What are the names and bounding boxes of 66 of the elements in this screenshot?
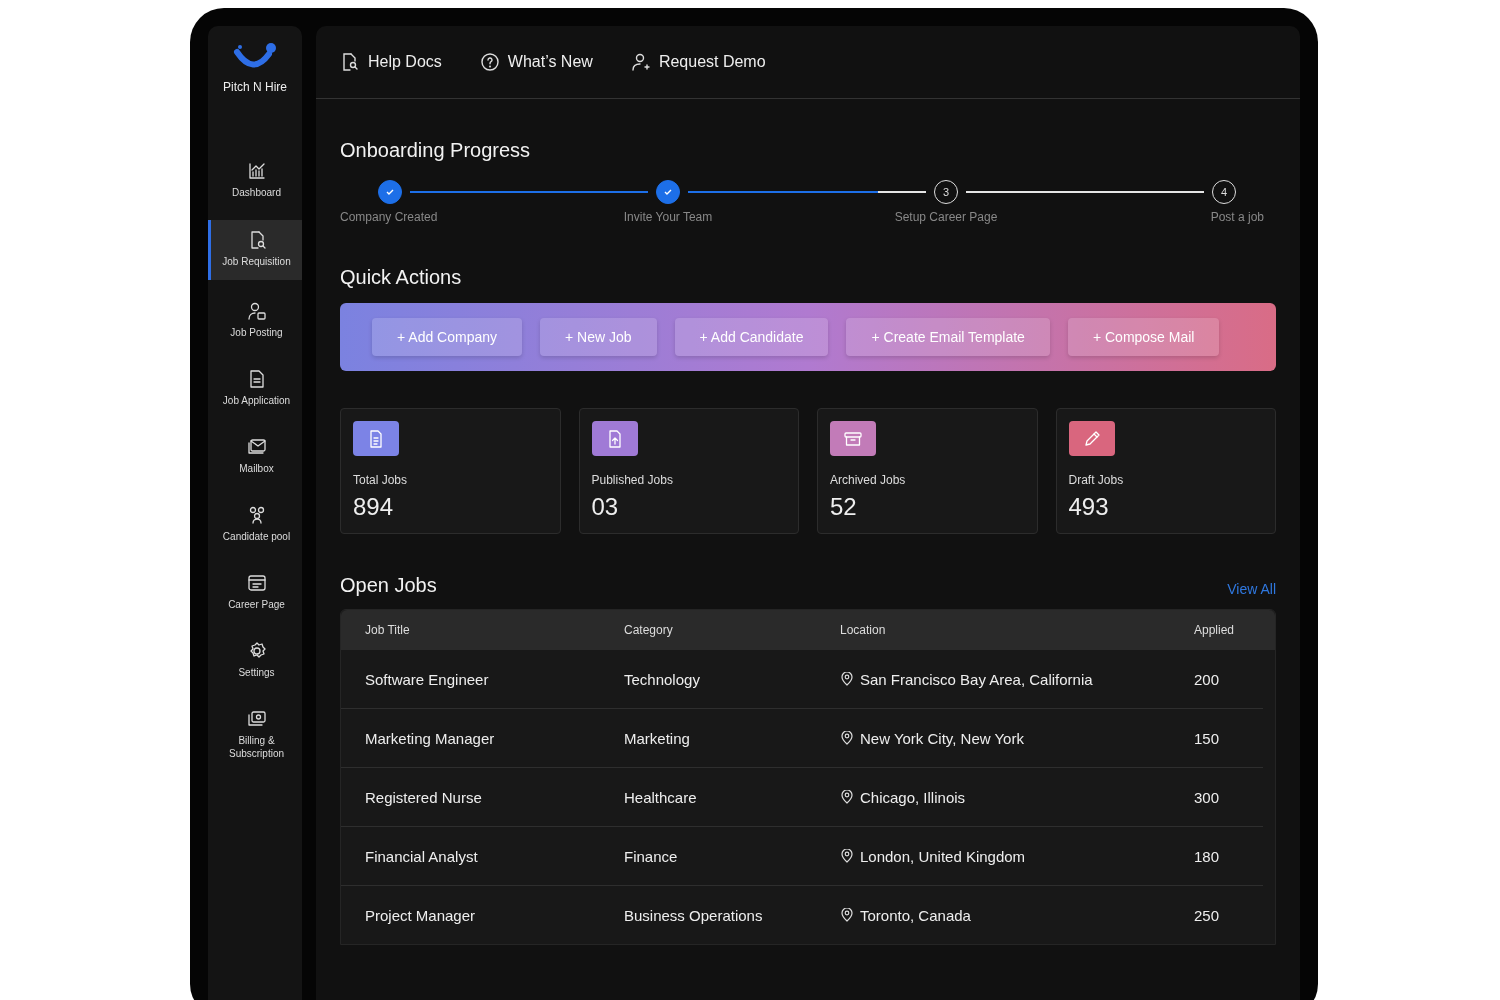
section-title: Quick Actions (340, 266, 463, 289)
stat-label: Published Jobs (591, 473, 674, 487)
help-icon (479, 52, 500, 72)
table-cell-text: 150 (1194, 729, 1221, 747)
column-header: Applied (1194, 623, 1236, 637)
column-header: Location (840, 623, 887, 637)
location-pin-icon (840, 672, 854, 686)
step-label: Setup Career Page (894, 210, 998, 224)
table-cell-text: Software Engineer (365, 670, 490, 688)
step-label: Invite Your Team (623, 210, 713, 224)
location-pin-icon (840, 908, 854, 922)
stat-label: Total Jobs (353, 473, 409, 487)
section-title: Onboarding Progress (340, 139, 532, 162)
view-all-link[interactable]: View All (1227, 581, 1276, 597)
sidebar-item[interactable]: Dashboard (208, 152, 302, 208)
sidebar-item[interactable]: Mailbox (208, 428, 302, 484)
user-icon (630, 52, 651, 72)
user-briefcase-icon (246, 301, 267, 321)
table-cell-text: Financial Analyst (365, 847, 479, 865)
top-link[interactable]: What’s New (479, 52, 593, 72)
stat-value: 894 (353, 493, 395, 521)
sidebar-item[interactable]: Job Application (208, 360, 302, 416)
stat-label: Draft Jobs (1068, 473, 1125, 487)
browser-window-icon (246, 573, 267, 593)
table-cell: New York City, New York (860, 729, 1024, 747)
location-pin-icon (840, 790, 854, 804)
top-link[interactable]: Request Demo (630, 52, 766, 72)
table-cell-text: Marketing Manager (365, 729, 496, 747)
sidebar-item[interactable]: Candidate pool (208, 496, 302, 552)
mail-icon (246, 437, 267, 457)
table-cell-text: 250 (1194, 906, 1221, 924)
table-cell-text: Project Manager (365, 906, 477, 924)
table-cell: Chicago, Illinois (860, 788, 966, 806)
chart-icon (246, 161, 267, 181)
table-cell: Toronto, Canada (860, 906, 971, 924)
table-cell-text: Marketing (624, 729, 691, 747)
sidebar-item[interactable]: Career Page (208, 564, 302, 620)
table-cell-text: Registered Nurse (365, 788, 483, 806)
sidebar-item[interactable]: Job Posting (208, 292, 302, 348)
table-cell-text: 180 (1194, 847, 1221, 865)
column-header: Category (624, 623, 674, 637)
table-cell-text: Healthcare (624, 788, 698, 806)
money-icon (246, 709, 267, 729)
table-cell-text: 300 (1194, 788, 1221, 806)
column-header: Job Title (365, 623, 411, 637)
section-title: Open Jobs (340, 574, 437, 597)
location-pin-icon (840, 849, 854, 863)
stat-label: Archived Jobs (830, 473, 907, 487)
document-search-icon (340, 52, 360, 72)
location-pin-icon (840, 731, 854, 745)
sidebar-item[interactable]: Billing & Subscription (208, 700, 302, 769)
table-cell: London, United Kingdom (860, 847, 1026, 865)
stat-value: 03 (591, 493, 620, 521)
top-link[interactable]: Help Docs (340, 52, 442, 72)
table-cell-text: Business Operations (624, 906, 764, 924)
step-label: Company Created (340, 210, 438, 224)
brand-name: Pitch N Hire (223, 80, 287, 94)
table-cell-text: Finance (624, 847, 679, 865)
stat-value: 493 (1068, 493, 1110, 521)
table-cell-text: Technology (624, 670, 701, 688)
table-cell: San Francisco Bay Area, California (860, 670, 1093, 688)
table-cell-text: 200 (1194, 670, 1221, 688)
sidebar-item[interactable]: Job Requisition (208, 220, 302, 280)
step-label: Post a job (1210, 210, 1264, 224)
sidebar-item[interactable]: Settings (208, 632, 302, 688)
stat-value: 52 (830, 493, 858, 521)
